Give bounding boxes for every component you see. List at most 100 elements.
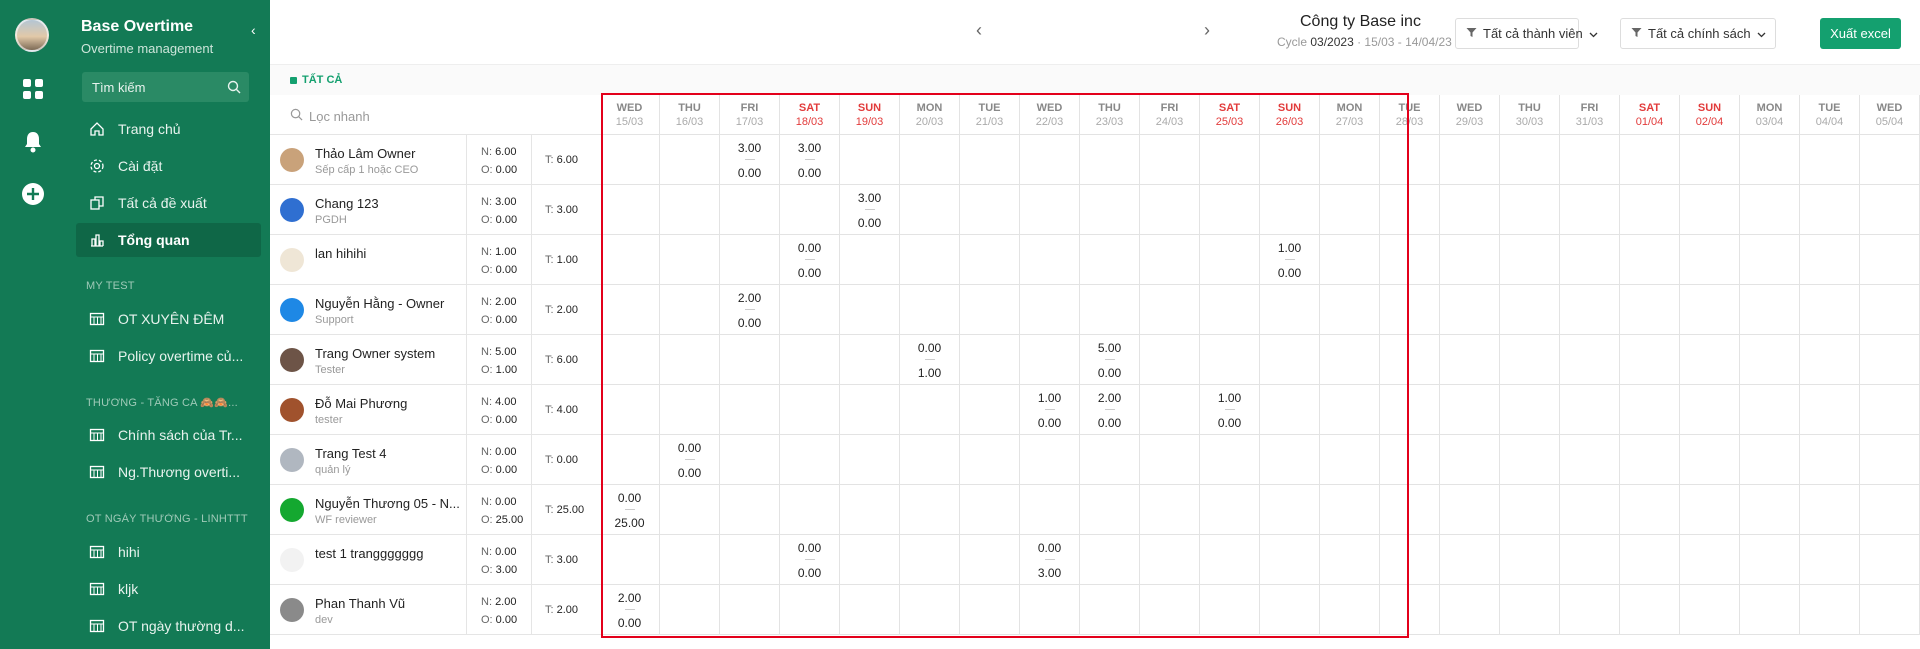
bell-icon[interactable] [19, 128, 47, 156]
day-cell[interactable] [1260, 585, 1320, 635]
day-cell[interactable] [1080, 435, 1140, 485]
day-cell[interactable] [1200, 535, 1260, 585]
day-cell[interactable] [1740, 335, 1800, 385]
day-cell[interactable] [660, 285, 720, 335]
policy-item[interactable]: Ng.Thương overti... [76, 455, 261, 489]
day-cell[interactable]: 3.00 0.00 [840, 185, 900, 235]
day-cell[interactable] [1620, 535, 1680, 585]
day-cell[interactable] [1740, 285, 1800, 335]
day-cell[interactable] [840, 535, 900, 585]
day-cell[interactable] [660, 385, 720, 435]
day-cell[interactable] [1560, 135, 1620, 185]
day-cell[interactable] [1860, 485, 1920, 535]
day-cell[interactable] [1500, 235, 1560, 285]
day-cell[interactable] [1380, 335, 1440, 385]
nav-overview[interactable]: Tổng quan [76, 223, 261, 257]
day-cell[interactable] [1320, 285, 1380, 335]
day-cell[interactable]: 1.00 0.00 [1020, 385, 1080, 435]
day-cell[interactable] [1140, 285, 1200, 335]
day-cell[interactable] [960, 335, 1020, 385]
day-cell[interactable] [900, 385, 960, 435]
day-cell[interactable] [1080, 485, 1140, 535]
day-cell[interactable] [960, 185, 1020, 235]
day-cell[interactable] [1260, 285, 1320, 335]
day-cell[interactable] [1020, 135, 1080, 185]
day-cell[interactable] [1320, 585, 1380, 635]
day-cell[interactable] [1380, 535, 1440, 585]
day-cell[interactable] [1860, 135, 1920, 185]
day-cell[interactable]: 3.00 0.00 [720, 135, 780, 185]
day-cell[interactable] [1860, 235, 1920, 285]
day-cell[interactable] [1440, 135, 1500, 185]
day-cell[interactable] [1260, 385, 1320, 435]
day-cell[interactable] [960, 385, 1020, 435]
day-cell[interactable] [1800, 485, 1860, 535]
employee-name[interactable]: Trang Test 4 [315, 446, 460, 461]
day-cell[interactable] [1560, 235, 1620, 285]
day-cell[interactable]: 3.00 0.00 [780, 135, 840, 185]
day-cell[interactable]: 0.00 3.00 [1020, 535, 1080, 585]
day-cell[interactable] [1080, 585, 1140, 635]
day-cell[interactable] [660, 185, 720, 235]
day-cell[interactable] [1560, 535, 1620, 585]
nav-all-requests[interactable]: Tất cả đề xuất [76, 186, 261, 220]
day-cell[interactable] [1320, 485, 1380, 535]
day-cell[interactable] [720, 535, 780, 585]
day-cell[interactable] [780, 435, 840, 485]
day-cell[interactable] [1320, 235, 1380, 285]
day-cell[interactable] [1380, 385, 1440, 435]
day-cell[interactable] [1860, 335, 1920, 385]
export-excel-button[interactable]: Xuất excel [1820, 18, 1901, 49]
day-cell[interactable] [1500, 335, 1560, 385]
day-cell[interactable] [840, 585, 900, 635]
day-cell[interactable] [1440, 335, 1500, 385]
day-cell[interactable] [1500, 385, 1560, 435]
day-cell[interactable] [1080, 185, 1140, 235]
day-cell[interactable] [1860, 585, 1920, 635]
day-cell[interactable] [1740, 485, 1800, 535]
day-cell[interactable] [1800, 585, 1860, 635]
day-cell[interactable] [1740, 585, 1800, 635]
day-cell[interactable] [1620, 335, 1680, 385]
day-cell[interactable]: 2.00 0.00 [1080, 385, 1140, 435]
day-cell[interactable] [1680, 235, 1740, 285]
day-cell[interactable] [1560, 185, 1620, 235]
day-cell[interactable] [1020, 485, 1080, 535]
day-cell[interactable] [1680, 285, 1740, 335]
day-cell[interactable] [720, 385, 780, 435]
day-cell[interactable] [1680, 335, 1740, 385]
day-cell[interactable] [1860, 385, 1920, 435]
day-cell[interactable] [1200, 335, 1260, 385]
filter-tag-all[interactable]: TẤT CẢ [290, 74, 342, 86]
day-cell[interactable] [1080, 235, 1140, 285]
prev-cycle-chevron-icon[interactable]: ‹ [976, 20, 982, 41]
employee-name[interactable]: Phan Thanh Vũ [315, 596, 460, 611]
nav-home[interactable]: Trang chủ [76, 112, 261, 146]
day-cell[interactable] [1680, 535, 1740, 585]
day-cell[interactable] [1440, 485, 1500, 535]
day-cell[interactable] [1800, 185, 1860, 235]
day-cell[interactable] [1500, 485, 1560, 535]
day-cell[interactable] [1800, 535, 1860, 585]
policy-filter-dropdown[interactable]: Tất cả chính sách [1620, 18, 1776, 49]
employee-row[interactable]: lan hihihi N: 1.00 O: 0.00 T: 1.00 [270, 235, 600, 285]
day-cell[interactable] [1740, 235, 1800, 285]
day-cell[interactable] [1140, 235, 1200, 285]
day-cell[interactable] [1500, 285, 1560, 335]
day-cell[interactable] [1740, 435, 1800, 485]
day-cell[interactable] [600, 435, 660, 485]
day-cell[interactable] [900, 535, 960, 585]
day-cell[interactable] [1020, 235, 1080, 285]
day-cell[interactable] [1620, 585, 1680, 635]
quick-filter[interactable]: Lọc nhanh [270, 95, 600, 135]
day-cell[interactable] [720, 485, 780, 535]
day-cell[interactable] [1380, 285, 1440, 335]
employee-row[interactable]: Trang Owner system Tester N: 5.00 O: 1.00 T:… [270, 335, 600, 385]
day-cell[interactable] [900, 135, 960, 185]
day-cell[interactable] [660, 535, 720, 585]
day-cell[interactable] [660, 335, 720, 385]
day-cell[interactable] [1380, 585, 1440, 635]
day-cell[interactable] [1380, 235, 1440, 285]
next-cycle-chevron-icon[interactable]: › [1204, 20, 1210, 41]
day-cell[interactable] [1740, 185, 1800, 235]
